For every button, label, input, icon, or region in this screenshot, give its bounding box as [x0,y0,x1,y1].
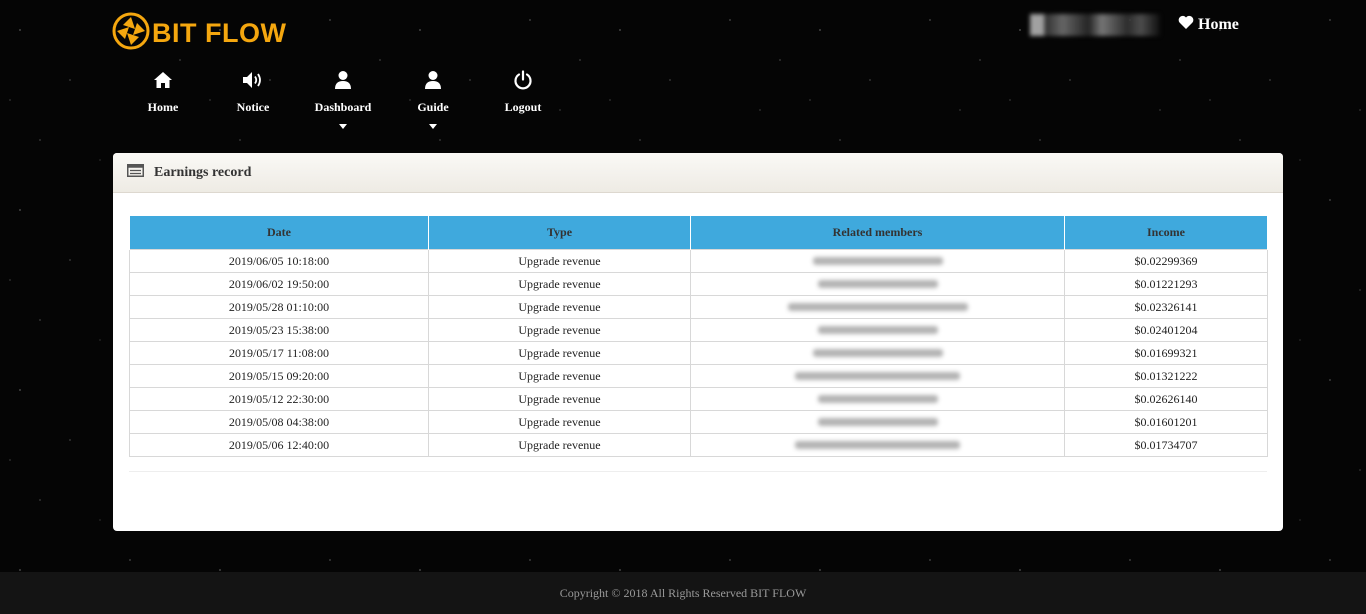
cell-income: $0.01321222 [1064,364,1268,388]
cell-date: 2019/06/02 19:50:00 [129,272,429,296]
divider [129,471,1267,472]
cell-income: $0.02626140 [1064,387,1268,411]
user-icon [334,68,352,92]
cell-related-member [690,341,1065,365]
cell-related-member [690,410,1065,434]
cell-type: Upgrade revenue [428,410,691,434]
cell-date: 2019/06/05 10:18:00 [129,249,429,273]
header-home-link[interactable]: Home [1178,15,1239,35]
cell-type: Upgrade revenue [428,318,691,342]
table-row: 2019/05/06 12:40:00 Upgrade revenue $0.017… [129,433,1268,457]
cell-type: Upgrade revenue [428,272,691,296]
cell-date: 2019/05/12 22:30:00 [129,387,429,411]
cell-date: 2019/05/08 04:38:00 [129,410,429,434]
nav-item-notice[interactable]: Notice [208,68,298,129]
cell-related-member [690,295,1065,319]
table-row: 2019/05/17 11:08:00 Upgrade revenue $0.016… [129,341,1268,365]
table-row: 2019/05/15 09:20:00 Upgrade revenue $0.013… [129,364,1268,388]
table-row: 2019/05/12 22:30:00 Upgrade revenue $0.026… [129,387,1268,411]
column-header-type: Type [428,215,691,250]
brand-name: BIT FLOW [152,18,287,48]
blurred-email [812,348,943,357]
nav-item-home[interactable]: Home [118,68,208,129]
heart-icon [1178,15,1194,35]
blurred-email [817,279,938,288]
cell-income: $0.02299369 [1064,249,1268,273]
cell-related-member [690,272,1065,296]
cell-type: Upgrade revenue [428,295,691,319]
blurred-email [817,325,938,334]
cell-income: $0.01734707 [1064,433,1268,457]
column-header-related-members: Related members [690,215,1065,250]
table-row: 2019/05/28 01:10:00 Upgrade revenue $0.023… [129,295,1268,319]
user-icon [424,68,442,92]
caret-down-icon [429,124,437,129]
cell-date: 2019/05/23 15:38:00 [129,318,429,342]
brand-logo[interactable]: BIT FLOW [112,12,286,55]
cell-income: $0.01221293 [1064,272,1268,296]
cell-type: Upgrade revenue [428,387,691,411]
nav-item-guide[interactable]: Guide [388,68,478,129]
table-header-row: Date Type Related members Income [129,215,1268,250]
logo-icon [112,12,150,55]
panel-header: Earnings record [113,153,1283,193]
cell-date: 2019/05/15 09:20:00 [129,364,429,388]
nav-label: Home [147,100,179,114]
blurred-email [795,371,960,380]
cell-related-member [690,433,1065,457]
cell-income: $0.02326141 [1064,295,1268,319]
copyright-text: Copyright © 2018 All Rights Reserved BIT… [559,585,807,600]
cell-date: 2019/05/28 01:10:00 [129,295,429,319]
table-row: 2019/06/05 10:18:00 Upgrade revenue $0.022… [129,249,1268,273]
cell-related-member [690,318,1065,342]
nav-label: Notice [236,100,270,114]
cell-income: $0.01601201 [1064,410,1268,434]
cell-income: $0.01699321 [1064,341,1268,365]
footer: Copyright © 2018 All Rights Reserved BIT… [0,572,1366,614]
column-header-income: Income [1064,215,1268,250]
main-nav: Home Notice Dashboard Guide Logout [118,68,568,129]
speaker-icon [242,68,264,92]
nav-label: Dashboard [314,100,372,114]
cell-type: Upgrade revenue [428,433,691,457]
cell-income: $0.02401204 [1064,318,1268,342]
nav-label: Guide [417,100,449,114]
caret-down-icon [339,124,347,129]
cell-type: Upgrade revenue [428,364,691,388]
user-area: Home [1030,14,1239,36]
cell-date: 2019/05/17 11:08:00 [129,341,429,365]
column-header-date: Date [129,215,429,250]
header-home-label: Home [1198,16,1239,33]
cell-type: Upgrade revenue [428,341,691,365]
home-icon [153,68,173,92]
nav-item-dashboard[interactable]: Dashboard [298,68,388,129]
table-row: 2019/05/08 04:38:00 Upgrade revenue $0.016… [129,410,1268,434]
nav-label: Logout [504,100,542,114]
cell-date: 2019/05/06 12:40:00 [129,433,429,457]
cell-related-member [690,249,1065,273]
nav-item-logout[interactable]: Logout [478,68,568,129]
blurred-email [795,440,960,449]
blurred-email [817,417,938,426]
earnings-panel: Earnings record Date Type Related member… [113,153,1283,531]
panel-title: Earnings record [154,164,252,180]
blurred-email [812,256,943,265]
blurred-email [817,394,938,403]
earnings-table: Date Type Related members Income 2019/06… [129,215,1268,457]
cell-related-member [690,387,1065,411]
cell-related-member [690,364,1065,388]
blurred-email [787,302,968,311]
list-icon [127,163,144,182]
user-account-blurred [1030,14,1160,36]
table-row: 2019/06/02 19:50:00 Upgrade revenue $0.012… [129,272,1268,296]
table-row: 2019/05/23 15:38:00 Upgrade revenue $0.024… [129,318,1268,342]
panel-body: Date Type Related members Income 2019/06… [113,193,1283,457]
power-icon [513,68,533,92]
cell-type: Upgrade revenue [428,249,691,273]
